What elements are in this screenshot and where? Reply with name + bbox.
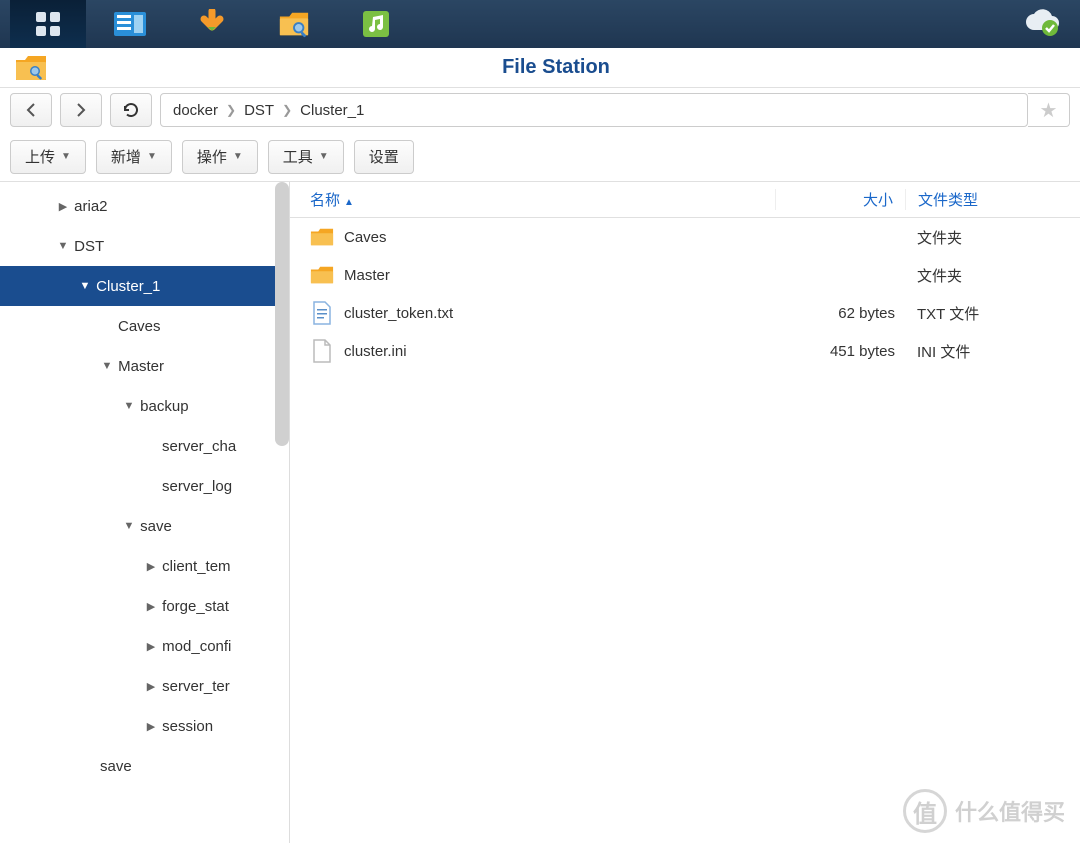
caret-down-icon: ▼ <box>147 151 157 162</box>
watermark: 值 什么值得买 <box>903 789 1065 833</box>
folder-tree: ▶ aria2 ▼ DST ▼ Cluster_1 Caves ▼ Master… <box>0 182 289 786</box>
caret-down-icon: ▼ <box>319 151 329 162</box>
caret-down-icon: ▼ <box>233 151 243 162</box>
breadcrumb-part[interactable]: Cluster_1 <box>300 102 364 119</box>
file-type: INI 文件 <box>905 341 1080 362</box>
file-row[interactable]: Caves 文件夹 <box>290 218 1080 256</box>
tree-item-aria2[interactable]: ▶ aria2 <box>0 186 289 226</box>
favorite-button[interactable]: ★ <box>1028 93 1070 127</box>
sort-asc-icon: ▲ <box>344 197 354 208</box>
file-row[interactable]: cluster.ini451 bytesINI 文件 <box>290 332 1080 370</box>
action-button[interactable]: 操作▼ <box>182 140 258 174</box>
tree-item-dst[interactable]: ▼ DST <box>0 226 289 266</box>
taskbar <box>0 0 1080 48</box>
app-title: File Station <box>47 56 1065 79</box>
main: ▶ aria2 ▼ DST ▼ Cluster_1 Caves ▼ Master… <box>0 182 1080 843</box>
file-type: 文件夹 <box>905 265 1080 286</box>
taskbar-item-1[interactable] <box>92 0 168 48</box>
file-type: 文件夹 <box>905 227 1080 248</box>
scrollbar[interactable] <box>275 182 289 446</box>
taskbar-apps-button[interactable] <box>10 0 86 48</box>
file-list: 名称▲ 大小 文件类型 Caves 文件夹 Master 文件夹 cluster_tok… <box>290 182 1080 843</box>
column-type[interactable]: 文件类型 <box>905 189 1080 210</box>
file-row[interactable]: cluster_token.txt62 bytesTXT 文件 <box>290 294 1080 332</box>
tree-item-backup[interactable]: ▼ backup <box>0 386 289 426</box>
tree-item[interactable]: ▶ server_ter <box>0 666 289 706</box>
breadcrumb-part[interactable]: DST <box>244 102 274 119</box>
tree-item[interactable]: ▶ forge_stat <box>0 586 289 626</box>
column-size[interactable]: 大小 <box>775 189 905 210</box>
chevron-right-icon: ❯ <box>226 103 236 117</box>
file-size: 451 bytes <box>775 343 905 360</box>
chevron-right-icon: ❯ <box>282 103 292 117</box>
tree-item[interactable]: ▶ session <box>0 706 289 746</box>
file-size: 62 bytes <box>775 305 905 322</box>
file-type: TXT 文件 <box>905 303 1080 324</box>
toolbar: 上传▼ 新增▼ 操作▼ 工具▼ 设置 <box>0 132 1080 182</box>
nav-bar: docker ❯ DST ❯ Cluster_1 ★ <box>0 88 1080 132</box>
folder-icon <box>310 227 334 247</box>
nav-back-button[interactable] <box>10 93 52 127</box>
file-list-header: 名称▲ 大小 文件类型 <box>290 182 1080 218</box>
tree-item[interactable]: server_cha <box>0 426 289 466</box>
upload-button[interactable]: 上传▼ <box>10 140 86 174</box>
tree-item[interactable]: ▶ client_tem <box>0 546 289 586</box>
column-name[interactable]: 名称▲ <box>290 189 775 210</box>
breadcrumb[interactable]: docker ❯ DST ❯ Cluster_1 <box>160 93 1028 127</box>
sidebar: ▶ aria2 ▼ DST ▼ Cluster_1 Caves ▼ Master… <box>0 182 290 843</box>
watermark-badge-icon: 值 <box>903 789 947 833</box>
tree-item-caves[interactable]: Caves <box>0 306 289 346</box>
breadcrumb-part[interactable]: docker <box>173 102 218 119</box>
settings-button[interactable]: 设置 <box>354 140 414 174</box>
app-header: File Station <box>0 48 1080 88</box>
nav-forward-button[interactable] <box>60 93 102 127</box>
file-row[interactable]: Master 文件夹 <box>290 256 1080 294</box>
app-folder-icon <box>15 55 47 81</box>
music-icon <box>360 8 392 40</box>
tree-item-master[interactable]: ▼ Master <box>0 346 289 386</box>
tree-item[interactable]: server_log <box>0 466 289 506</box>
nav-refresh-button[interactable] <box>110 93 152 127</box>
cloud-status-icon[interactable] <box>1024 8 1060 41</box>
tree-item-cluster1[interactable]: ▼ Cluster_1 <box>0 266 289 306</box>
control-panel-icon <box>114 8 146 40</box>
tool-button[interactable]: 工具▼ <box>268 140 344 174</box>
file-name: Master <box>344 267 775 284</box>
file-name: Caves <box>344 229 775 246</box>
taskbar-item-2[interactable] <box>174 0 250 48</box>
file-station-icon <box>278 8 310 40</box>
tree-item[interactable]: save <box>0 746 289 786</box>
tree-item[interactable]: ▶ mod_confi <box>0 626 289 666</box>
folder-icon <box>310 265 334 285</box>
caret-down-icon: ▼ <box>61 151 71 162</box>
new-button[interactable]: 新增▼ <box>96 140 172 174</box>
taskbar-item-4[interactable] <box>338 0 414 48</box>
tree-item-save[interactable]: ▼ save <box>0 506 289 546</box>
file-icon <box>310 341 334 361</box>
download-icon <box>196 8 228 40</box>
apps-grid-icon <box>32 8 64 40</box>
file-name: cluster.ini <box>344 343 775 360</box>
file-icon <box>310 303 334 323</box>
file-name: cluster_token.txt <box>344 305 775 322</box>
taskbar-item-3[interactable] <box>256 0 332 48</box>
